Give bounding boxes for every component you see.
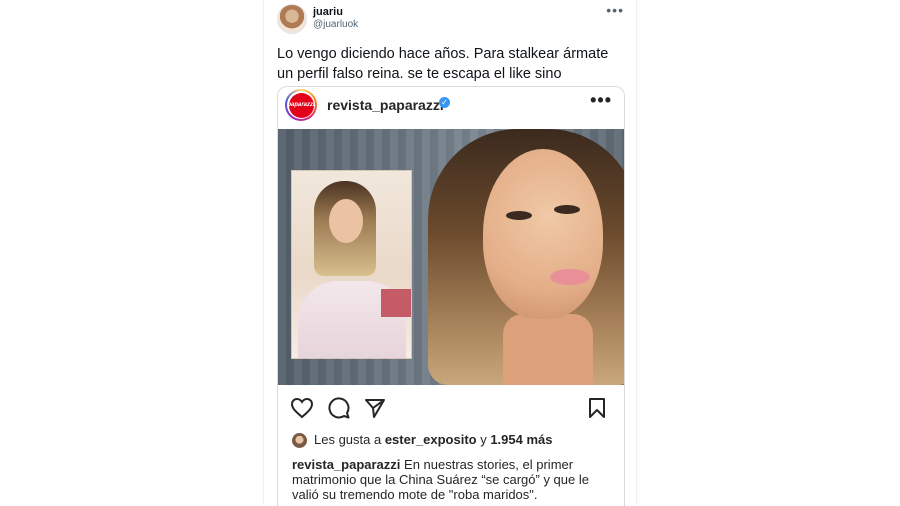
instagram-more-button[interactable]: •••	[590, 90, 612, 111]
author-avatar[interactable]	[277, 4, 307, 34]
instagram-post-embed[interactable]: paparazzi revista_paparazzi ✓ ••• Les gu…	[277, 86, 625, 506]
comment-icon[interactable]	[328, 397, 350, 419]
tweet-text: Lo vengo diciendo hace años. Para stalke…	[277, 46, 609, 82]
portrait-eye	[554, 205, 580, 214]
portrait-face	[483, 149, 603, 319]
liker-username[interactable]: ester_exposito	[385, 432, 477, 447]
portrait-neck	[503, 314, 593, 385]
heart-icon[interactable]	[290, 397, 314, 419]
verified-badge-icon: ✓	[439, 97, 450, 108]
paparazzi-logo: paparazzi	[287, 92, 315, 118]
post-actions	[278, 393, 624, 423]
caption-username[interactable]: revista_paparazzi	[292, 457, 400, 472]
instagram-username[interactable]: revista_paparazzi	[327, 97, 444, 113]
tweet-more-button[interactable]: •••	[606, 2, 624, 18]
instagram-avatar[interactable]: paparazzi	[285, 89, 317, 121]
likes-count[interactable]: 1.954 más	[490, 432, 552, 447]
send-icon[interactable]	[364, 397, 386, 419]
post-caption: revista_paparazzi En nuestras stories, e…	[292, 457, 612, 502]
portrait-eye	[506, 211, 532, 220]
liker-avatar[interactable]	[292, 433, 307, 448]
author-handle[interactable]: @juarluok	[313, 19, 358, 30]
portrait-lips	[550, 269, 590, 285]
author-name[interactable]: juariu	[313, 6, 343, 18]
post-photo[interactable]	[278, 129, 624, 385]
tweet-card: juariu @juarluok ••• Lo vengo diciendo h…	[263, 0, 637, 506]
likes-summary[interactable]: Les gusta a ester_exposito y 1.954 más	[314, 432, 553, 447]
bookmark-icon[interactable]	[587, 397, 607, 419]
inset-photo	[291, 170, 412, 359]
